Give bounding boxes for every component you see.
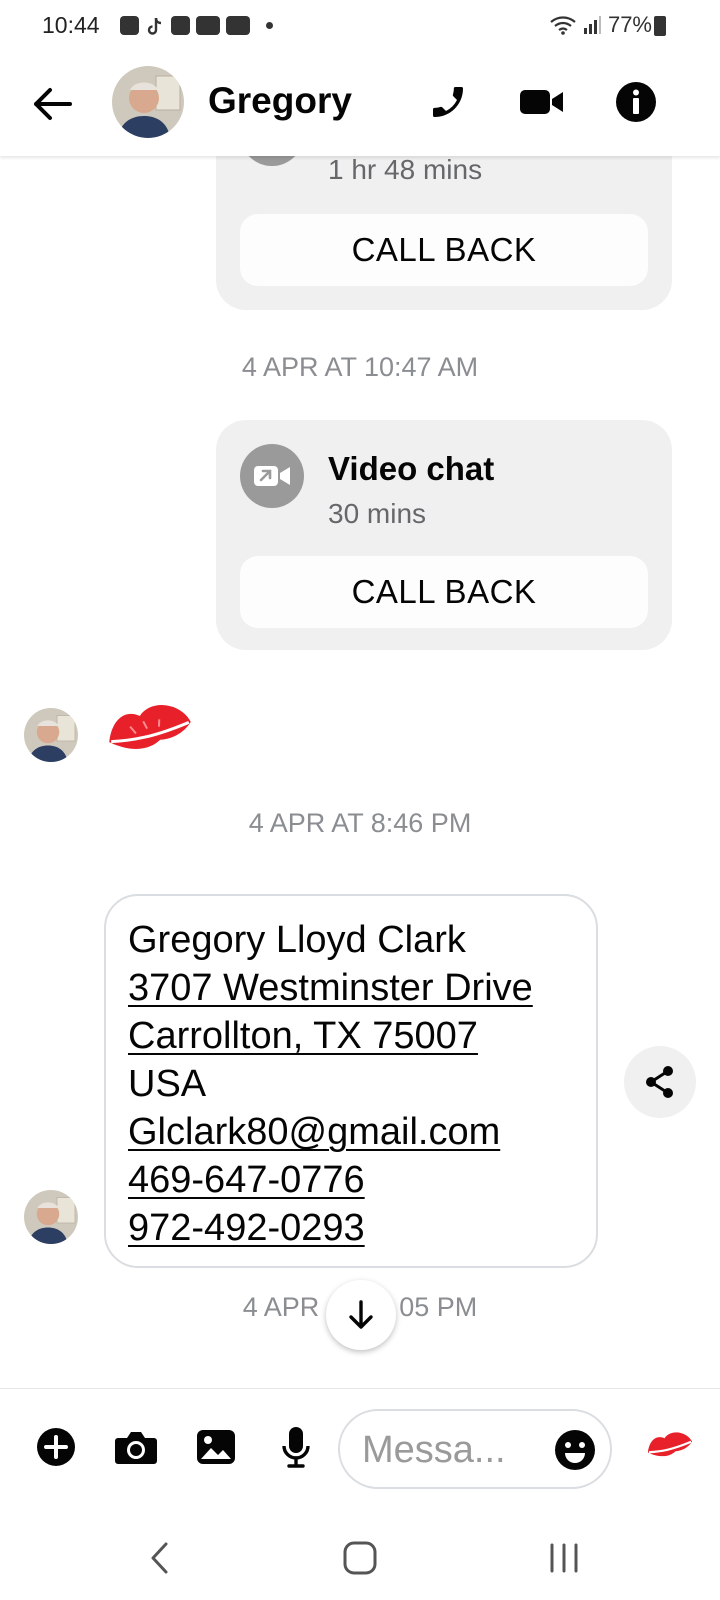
share-message-button[interactable]: [624, 1046, 696, 1118]
back-button[interactable]: [30, 82, 74, 126]
tiktok-notification-icon: [145, 16, 165, 35]
microphone-icon: [282, 1427, 310, 1468]
camera-icon: [115, 1432, 157, 1464]
address-country: USA: [128, 1063, 207, 1105]
recents-icon: [550, 1543, 578, 1573]
message-timestamp: 4 APR AT 10:47 AM: [241, 352, 479, 382]
kiss-mark-emoji[interactable]: [102, 692, 198, 772]
notification-icons: [120, 16, 273, 35]
info-icon: [616, 82, 656, 122]
voice-message-button[interactable]: [272, 1423, 320, 1471]
address-link-street[interactable]: 3707 Westminster Drive: [128, 964, 574, 1012]
video-call-arrow-icon: [254, 466, 290, 486]
contact-name[interactable]: Gregory: [208, 80, 352, 122]
gallery-button[interactable]: [192, 1423, 240, 1471]
sender-avatar[interactable]: [24, 708, 78, 762]
quick-reaction-kiss-button[interactable]: [642, 1423, 698, 1471]
conversation-info-button[interactable]: [612, 78, 660, 126]
contact-avatar[interactable]: [112, 66, 184, 138]
nav-home-button[interactable]: [330, 1528, 390, 1588]
shop-notification-icon: [120, 16, 139, 35]
home-square-icon: [343, 1541, 377, 1575]
timestamp-right-fragment: 05 PM: [399, 1292, 478, 1322]
message-composer: Messa...: [0, 1388, 720, 1508]
phone-link-1[interactable]: 469-647-0776: [128, 1156, 574, 1204]
call-title: Video chat: [328, 450, 495, 487]
chevron-left-icon: [151, 1542, 168, 1574]
battery-percent: 77%: [607, 12, 652, 37]
camera-button[interactable]: [112, 1423, 160, 1471]
call-duration: 30 mins: [328, 498, 427, 529]
battery-icon: [654, 16, 666, 36]
call-back-button[interactable]: CALL BACK: [240, 556, 648, 628]
email-link[interactable]: Glclark80@gmail.com: [128, 1108, 574, 1156]
message-timestamp: 4 APR AT 8:46 PM: [248, 808, 472, 838]
call-summary-card: 1 hr 48 mins CALL BACK: [216, 156, 672, 310]
wifi-icon: [550, 16, 576, 35]
video-chat-icon-circle: [240, 444, 304, 508]
call-type-icon: [240, 156, 304, 166]
video-call-button[interactable]: [518, 78, 566, 126]
status-time: 10:44: [42, 12, 100, 38]
image-icon: [197, 1430, 235, 1464]
nav-recents-button[interactable]: [534, 1528, 594, 1588]
phone-link-2[interactable]: 972-492-0293: [128, 1204, 574, 1252]
youtube-notification-icon-2: [226, 16, 250, 35]
video-chat-card: Video chat 30 mins CALL BACK: [216, 420, 672, 650]
more-actions-button[interactable]: [32, 1423, 80, 1471]
sender-avatar[interactable]: [24, 1190, 78, 1244]
message-list[interactable]: 1 hr 48 mins CALL BACK 4 APR AT 10:47 AM…: [0, 156, 720, 1388]
phone-icon: [433, 87, 463, 117]
more-notifications-dot: [266, 22, 273, 29]
video-camera-icon: [520, 90, 563, 114]
message-input-placeholder: Messa...: [362, 1429, 506, 1471]
scroll-to-bottom-button[interactable]: [326, 1280, 396, 1350]
status-right: 77%: [550, 12, 668, 38]
back-arrow-icon: [34, 88, 72, 120]
emoji-icon[interactable]: [554, 1429, 596, 1471]
contact-full-name: Gregory Lloyd Clark: [128, 919, 466, 961]
message-input[interactable]: Messa...: [338, 1409, 612, 1489]
call-duration: 1 hr 48 mins: [328, 156, 483, 185]
kiss-mark-icon: [647, 1432, 693, 1457]
nav-back-button[interactable]: [130, 1528, 190, 1588]
folder-notification-icon: [171, 16, 190, 35]
plus-circle-icon: [37, 1428, 75, 1466]
system-navigation-bar: [0, 1508, 720, 1600]
address-message-bubble[interactable]: Gregory Lloyd Clark 3707 Westminster Dri…: [104, 894, 598, 1268]
share-icon: [646, 1066, 673, 1098]
voice-call-button[interactable]: [424, 78, 472, 126]
address-link-city[interactable]: Carrollton, TX 75007: [128, 1012, 574, 1060]
call-back-button[interactable]: CALL BACK: [240, 214, 648, 286]
signal-icon: [583, 16, 601, 34]
status-bar: 10:44 77%: [0, 0, 720, 52]
timestamp-left-fragment: 4 APR: [242, 1292, 320, 1322]
arrow-down-icon: [349, 1300, 373, 1329]
conversation-header: Gregory: [0, 52, 720, 156]
youtube-notification-icon: [196, 16, 220, 35]
